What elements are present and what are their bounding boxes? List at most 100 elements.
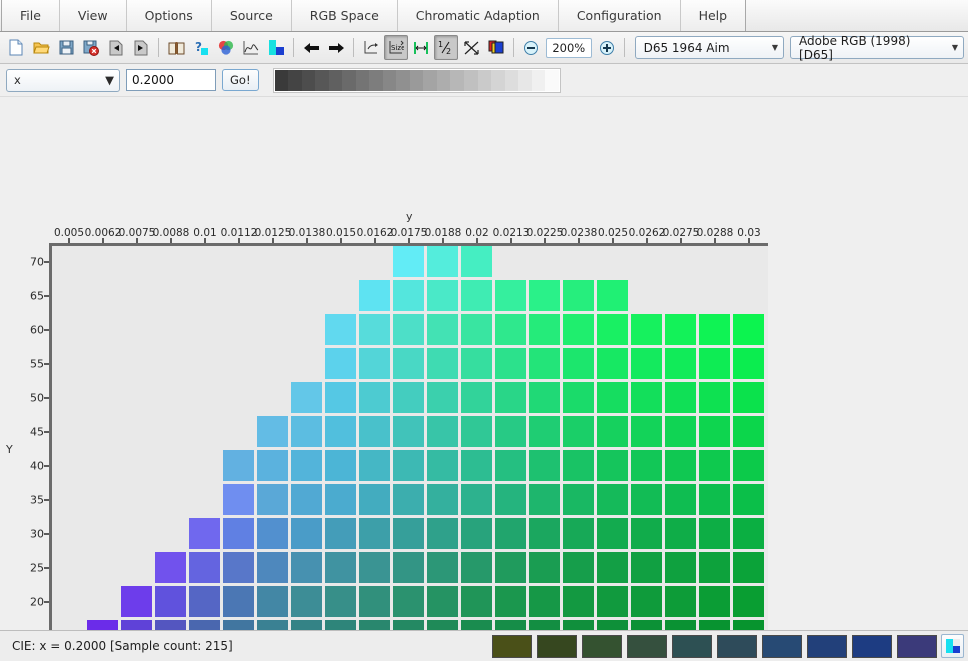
color-sample-cell[interactable] <box>733 620 764 630</box>
color-sample-cell[interactable] <box>461 382 492 413</box>
color-sample-cell[interactable] <box>597 484 628 515</box>
color-sample-cell[interactable] <box>427 382 458 413</box>
color-sample-cell[interactable] <box>563 586 594 617</box>
color-sample-cell[interactable] <box>393 518 424 549</box>
menu-configuration[interactable]: Configuration <box>559 0 681 31</box>
zoom-in-icon[interactable] <box>595 35 619 60</box>
color-sample-cell[interactable] <box>699 586 730 617</box>
color-sample-cell[interactable] <box>563 314 594 345</box>
menu-options[interactable]: Options <box>127 0 212 31</box>
color-sample-cell[interactable] <box>495 280 526 311</box>
axis-value-input[interactable]: 0.2000 <box>126 69 216 91</box>
color-sample-cell[interactable] <box>699 552 730 583</box>
color-sample-cell[interactable] <box>427 552 458 583</box>
color-sample-cell[interactable] <box>359 450 390 481</box>
color-sample-cell[interactable] <box>733 518 764 549</box>
color-sample-cell[interactable] <box>359 484 390 515</box>
new-document-icon[interactable] <box>4 35 28 60</box>
color-sample-cell[interactable] <box>665 586 696 617</box>
color-sample-cell[interactable] <box>121 586 152 617</box>
color-sample-cell[interactable] <box>631 586 662 617</box>
half-size-icon[interactable]: 12 <box>434 35 458 60</box>
color-sample-cell[interactable] <box>665 314 696 345</box>
color-sample-cell[interactable] <box>189 586 220 617</box>
zoom-out-icon[interactable] <box>519 35 543 60</box>
color-sample-cell[interactable] <box>155 620 186 630</box>
color-sample-cell[interactable] <box>393 620 424 630</box>
expand-icon[interactable] <box>459 35 483 60</box>
color-sample-cell[interactable] <box>257 450 288 481</box>
color-sample-cell[interactable] <box>529 416 560 447</box>
page-previous-icon[interactable] <box>104 35 128 60</box>
color-sample-cell[interactable] <box>699 450 730 481</box>
color-sample-cell[interactable] <box>257 620 288 630</box>
color-sample-cell[interactable] <box>393 314 424 345</box>
color-sample-cell[interactable] <box>223 586 254 617</box>
color-sample-cell[interactable] <box>495 348 526 379</box>
color-sample-cell[interactable] <box>733 348 764 379</box>
color-sample-cell[interactable] <box>223 620 254 630</box>
color-sample-cell[interactable] <box>665 518 696 549</box>
color-sample-cell[interactable] <box>427 450 458 481</box>
color-sample-cell[interactable] <box>665 620 696 630</box>
color-sample-cell[interactable] <box>189 552 220 583</box>
color-sample-cell[interactable] <box>529 314 560 345</box>
color-sample-cell[interactable] <box>393 484 424 515</box>
status-color-swatch[interactable] <box>807 634 847 658</box>
status-color-swatch[interactable] <box>537 634 577 658</box>
color-sample-cell[interactable] <box>631 382 662 413</box>
width-icon[interactable] <box>409 35 433 60</box>
menu-chromatic-adaption[interactable]: Chromatic Adaption <box>398 0 559 31</box>
color-sample-cell[interactable] <box>393 450 424 481</box>
color-sample-cell[interactable] <box>291 484 322 515</box>
color-sample-cell[interactable] <box>529 382 560 413</box>
color-sample-cell[interactable] <box>495 314 526 345</box>
color-sample-cell[interactable] <box>393 280 424 311</box>
color-sample-cell[interactable] <box>529 518 560 549</box>
color-sample-cell[interactable] <box>291 450 322 481</box>
color-sample-cell[interactable] <box>461 314 492 345</box>
color-sample-cell[interactable] <box>325 314 356 345</box>
color-sample-cell[interactable] <box>359 382 390 413</box>
color-sample-cell[interactable] <box>529 586 560 617</box>
color-sample-cell[interactable] <box>325 348 356 379</box>
curve-graph-icon[interactable] <box>239 35 263 60</box>
color-sample-cell[interactable] <box>155 552 186 583</box>
color-sample-cell[interactable] <box>529 552 560 583</box>
color-sample-cell[interactable] <box>325 382 356 413</box>
color-sample-cell[interactable] <box>359 620 390 630</box>
color-sample-cell[interactable] <box>699 314 730 345</box>
color-sample-cell[interactable] <box>325 620 356 630</box>
color-sample-cell[interactable] <box>665 382 696 413</box>
color-sample-cell[interactable] <box>529 620 560 630</box>
color-sample-cell[interactable] <box>665 416 696 447</box>
color-sample-cell[interactable] <box>325 586 356 617</box>
color-sample-cell[interactable] <box>87 620 118 630</box>
color-sample-cell[interactable] <box>291 620 322 630</box>
color-sample-cell[interactable] <box>495 586 526 617</box>
color-sample-cell[interactable] <box>291 382 322 413</box>
color-sample-cell[interactable] <box>597 620 628 630</box>
color-sample-cell[interactable] <box>597 382 628 413</box>
color-sample-cell[interactable] <box>427 348 458 379</box>
color-sample-cell[interactable] <box>529 450 560 481</box>
status-color-swatch[interactable] <box>627 634 667 658</box>
color-sample-cell[interactable] <box>461 280 492 311</box>
save-icon[interactable] <box>54 35 78 60</box>
help-question-icon[interactable]: ? <box>189 35 213 60</box>
color-sample-cell[interactable] <box>393 348 424 379</box>
save-delete-icon[interactable] <box>79 35 103 60</box>
status-color-swatch[interactable] <box>897 634 937 658</box>
status-color-swatch[interactable] <box>762 634 802 658</box>
color-sample-cell[interactable] <box>597 280 628 311</box>
color-sample-cell[interactable] <box>427 314 458 345</box>
color-sample-cell[interactable] <box>733 314 764 345</box>
color-sample-cell[interactable] <box>359 416 390 447</box>
color-sample-cell[interactable] <box>461 586 492 617</box>
color-sample-cell[interactable] <box>699 348 730 379</box>
color-sample-cell[interactable] <box>699 620 730 630</box>
color-sample-cell[interactable] <box>597 552 628 583</box>
color-sample-cell[interactable] <box>427 484 458 515</box>
color-bars-icon[interactable] <box>264 35 288 60</box>
color-sample-cell[interactable] <box>359 348 390 379</box>
